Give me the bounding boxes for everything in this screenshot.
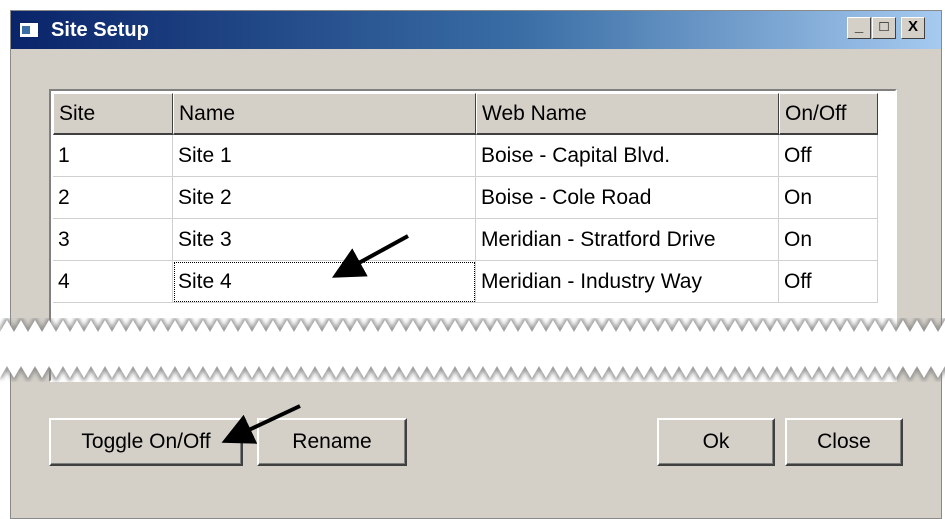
toggle-on-off-button[interactable]: Toggle On/Off bbox=[49, 418, 243, 466]
on-off-cell[interactable]: On bbox=[779, 219, 878, 261]
torn-edge-top bbox=[0, 318, 945, 344]
window-title: Site Setup bbox=[51, 19, 149, 41]
grid-header-row: Site Name Web Name On/Off bbox=[53, 93, 878, 135]
table-row[interactable]: 1 Site 1 Boise - Capital Blvd. Off bbox=[53, 135, 878, 177]
window-app-icon[interactable] bbox=[19, 22, 39, 38]
site-cell[interactable]: 3 bbox=[53, 219, 173, 261]
column-header-on-off[interactable]: On/Off bbox=[779, 93, 878, 135]
on-off-cell[interactable]: On bbox=[779, 177, 878, 219]
table-row[interactable]: 3 Site 3 Meridian - Stratford Drive On bbox=[53, 219, 878, 261]
site-cell[interactable]: 4 bbox=[53, 261, 173, 303]
web-name-cell[interactable]: Meridian - Industry Way bbox=[476, 261, 779, 303]
name-cell-focused[interactable]: Site 4 bbox=[173, 261, 476, 303]
site-cell[interactable]: 1 bbox=[53, 135, 173, 177]
torn-edge-bottom bbox=[0, 356, 945, 382]
rename-button[interactable]: Rename bbox=[257, 418, 407, 466]
name-cell[interactable]: Site 2 bbox=[173, 177, 476, 219]
column-header-name[interactable]: Name bbox=[173, 93, 476, 135]
maximize-button[interactable]: □ bbox=[872, 17, 896, 39]
site-cell[interactable]: 2 bbox=[53, 177, 173, 219]
title-bar[interactable]: Site Setup _ □ X bbox=[11, 11, 941, 49]
name-cell[interactable]: Site 1 bbox=[173, 135, 476, 177]
site-setup-window-bottom: Toggle On/Off Rename Ok Close bbox=[10, 368, 942, 519]
minimize-icon: _ bbox=[854, 18, 864, 35]
name-cell[interactable]: Site 3 bbox=[173, 219, 476, 261]
web-name-cell[interactable]: Meridian - Stratford Drive bbox=[476, 219, 779, 261]
close-button[interactable]: Close bbox=[785, 418, 903, 466]
maximize-icon: □ bbox=[879, 18, 889, 35]
table-row[interactable]: 4 Site 4 Meridian - Industry Way Off bbox=[53, 261, 878, 303]
minimize-button[interactable]: _ bbox=[847, 17, 871, 39]
close-window-button[interactable]: X bbox=[901, 17, 925, 39]
on-off-cell[interactable]: Off bbox=[779, 135, 878, 177]
sites-grid[interactable]: Site Name Web Name On/Off 1 Site 1 Boise… bbox=[49, 89, 897, 341]
table-row[interactable]: 2 Site 2 Boise - Cole Road On bbox=[53, 177, 878, 219]
web-name-cell[interactable]: Boise - Capital Blvd. bbox=[476, 135, 779, 177]
column-header-site[interactable]: Site bbox=[53, 93, 173, 135]
ok-button[interactable]: Ok bbox=[657, 418, 775, 466]
on-off-cell[interactable]: Off bbox=[779, 261, 878, 303]
site-setup-window-top: Site Setup _ □ X Site Name Web Name On/O… bbox=[10, 10, 942, 341]
column-header-web-name[interactable]: Web Name bbox=[476, 93, 779, 135]
close-icon: X bbox=[907, 18, 918, 35]
web-name-cell[interactable]: Boise - Cole Road bbox=[476, 177, 779, 219]
